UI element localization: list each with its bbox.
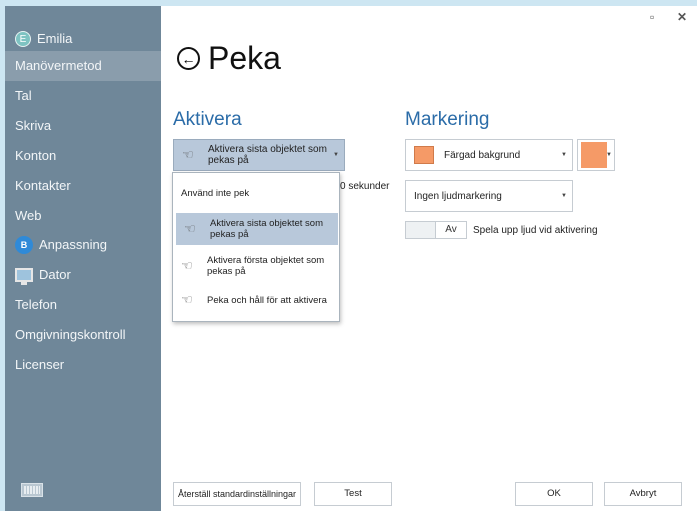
aktivera-dropdown-menu: Använd inte pek ☜ Aktivera sista objekte…	[172, 172, 340, 322]
option-label: Aktivera första objektet som pekas på	[207, 255, 325, 277]
option-aktivera-sista[interactable]: ☜ Aktivera sista objektet som pekas på	[176, 213, 338, 245]
sidebar-item-web[interactable]: Web	[5, 201, 161, 231]
color-swatch	[414, 146, 434, 164]
markering-heading: Markering	[405, 109, 490, 130]
sidebar: E Emilia Manövermetod Tal Skriva Konton …	[5, 6, 161, 511]
sound-dropdown[interactable]: Ingen ljudmarkering ▼	[405, 180, 573, 212]
sidebar-item-skriva[interactable]: Skriva	[5, 111, 161, 141]
sidebar-item-konton[interactable]: Konton	[5, 141, 161, 171]
close-icon[interactable]: ✕	[677, 10, 687, 24]
keyboard-icon[interactable]	[21, 483, 43, 497]
chevron-down-icon: ▼	[333, 152, 339, 158]
toggle-label: Av	[445, 224, 457, 235]
avatar: E	[15, 31, 31, 47]
toggle-knob	[406, 222, 436, 238]
seconds-text: 0 sekunder	[340, 181, 390, 192]
sidebar-item-label: Web	[15, 208, 42, 223]
sound-toggle[interactable]: Av	[405, 221, 467, 239]
color-mode-value: Färgad bakgrund	[444, 149, 521, 161]
option-label: Använd inte pek	[181, 187, 250, 199]
sidebar-item-telefon[interactable]: Telefon	[5, 290, 161, 320]
user-name: Emilia	[37, 31, 73, 46]
toggle-caption: Spela upp ljud vid aktivering	[473, 225, 598, 236]
sidebar-item-manovermetod[interactable]: Manövermetod	[5, 51, 161, 81]
option-label: Peka och håll för att aktivera	[207, 294, 327, 306]
option-label: Aktivera sista objektet som pekas på	[210, 218, 323, 240]
chevron-down-icon: ▼	[561, 193, 567, 199]
option-aktivera-forsta[interactable]: ☜ Aktivera första objektet som pekas på	[173, 251, 339, 281]
color-picker-swatch	[581, 142, 607, 168]
sidebar-item-label: Anpassning	[39, 237, 107, 252]
sound-value: Ingen ljudmarkering	[414, 190, 502, 202]
point-hand-icon: ☜	[184, 221, 196, 236]
aktivera-dropdown[interactable]: ☜ Aktivera sista objektet som pekas på ▼	[173, 139, 345, 171]
cancel-button[interactable]: Avbryt	[604, 482, 682, 506]
sidebar-item-omgivningskontroll[interactable]: Omgivningskontroll	[5, 320, 161, 350]
color-mode-dropdown[interactable]: Färgad bakgrund ▼	[405, 139, 573, 171]
page-title: Peka	[208, 40, 281, 76]
color-picker[interactable]: ▼	[577, 139, 615, 171]
sidebar-item-label: Omgivningskontroll	[15, 327, 126, 342]
ok-button[interactable]: OK	[515, 482, 593, 506]
sidebar-item-label: Manövermetod	[15, 58, 102, 73]
sidebar-item-anpassning[interactable]: B Anpassning	[5, 230, 161, 260]
sidebar-item-label: Konton	[15, 148, 57, 163]
sidebar-item-label: Kontakter	[15, 178, 71, 193]
sidebar-item-label: Skriva	[15, 118, 52, 133]
aktivera-selected: Aktivera sista objektet som pekas på	[208, 144, 327, 166]
monitor-icon	[15, 268, 33, 285]
sidebar-item-label: Licenser	[15, 357, 65, 372]
chevron-down-icon: ▼	[561, 152, 567, 158]
sidebar-item-tal[interactable]: Tal	[5, 81, 161, 111]
aktivera-heading: Aktivera	[173, 109, 242, 130]
sidebar-item-label: Tal	[15, 88, 32, 103]
anpassning-icon: B	[15, 236, 33, 254]
minimize-icon[interactable]: ▫	[650, 10, 654, 24]
sidebar-item-licenser[interactable]: Licenser	[5, 350, 161, 380]
page-header: ← Peka	[177, 40, 281, 77]
reset-button[interactable]: Återställ standardinställningar	[173, 482, 301, 506]
test-button[interactable]: Test	[314, 482, 392, 506]
sidebar-item-dator[interactable]: Dator	[5, 260, 161, 290]
sidebar-item-label: Dator	[39, 267, 71, 282]
point-hand-icon: ☜	[182, 147, 194, 162]
sidebar-item-label: Telefon	[15, 297, 57, 312]
user-profile[interactable]: E Emilia	[5, 24, 161, 54]
sidebar-item-kontakter[interactable]: Kontakter	[5, 171, 161, 201]
back-arrow-icon[interactable]: ←	[177, 47, 200, 70]
point-hold-hand-icon: ☜	[181, 292, 193, 307]
point-hand-icon: ☜	[181, 258, 193, 273]
option-anvand-inte-pek[interactable]: Använd inte pek	[173, 181, 339, 205]
chevron-down-icon: ▼	[606, 152, 612, 158]
option-peka-och-hall[interactable]: ☜ Peka och håll för att aktivera	[173, 287, 339, 313]
